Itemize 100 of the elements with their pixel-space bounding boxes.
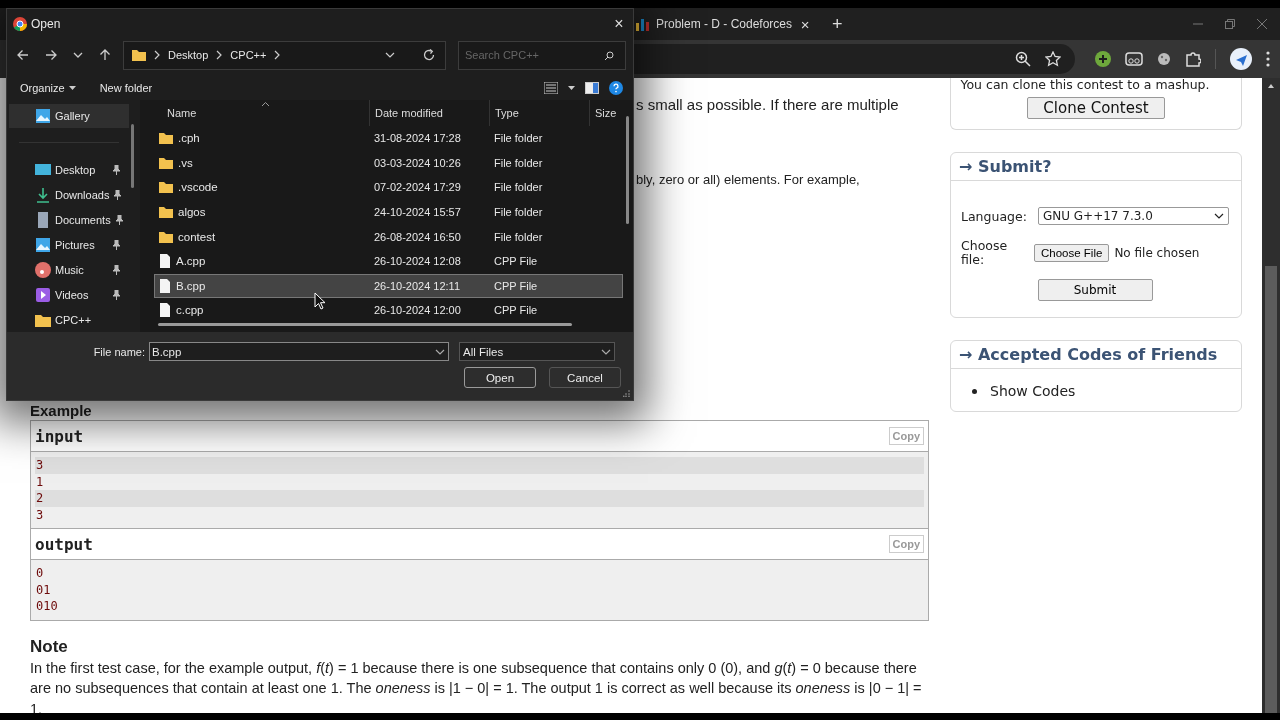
close-button[interactable]: × — [605, 14, 633, 33]
file-name: c.cpp — [176, 304, 204, 317]
back-icon[interactable] — [17, 49, 29, 61]
search-icon — [604, 50, 614, 61]
caret-icon[interactable] — [568, 86, 575, 90]
search-field[interactable]: Search CPC++ — [458, 40, 626, 70]
caret-icon — [68, 86, 76, 90]
new-tab-button[interactable]: + — [832, 13, 843, 35]
file-type: File folder — [494, 230, 544, 243]
file-name: A.cpp — [176, 255, 206, 268]
folder-icon — [132, 49, 146, 61]
nav-item[interactable]: CPC++ — [9, 307, 129, 332]
circle-logo-icon — [13, 16, 27, 31]
folder-icon — [159, 132, 173, 145]
help-icon[interactable] — [609, 81, 623, 95]
tab-close-button[interactable]: × — [798, 15, 812, 33]
chevron-icon — [153, 50, 161, 60]
chevron-down-icon — [435, 347, 445, 356]
file-date: 26-10-2024 12:00 — [374, 304, 462, 317]
sample-title: input — [35, 426, 84, 446]
forward-icon[interactable] — [45, 49, 57, 61]
nav-item[interactable]: Downloads — [9, 182, 129, 207]
restore-icon[interactable] — [1224, 18, 1236, 30]
menu-icon[interactable] — [1266, 51, 1270, 67]
file-row[interactable]: c.cpp 26-10-2024 12:00 CPP File — [154, 298, 623, 323]
address-bar[interactable]: Desktop CPC++ — [123, 40, 446, 70]
file-date: 26-10-2024 12:11 — [374, 279, 462, 292]
profile-icon[interactable] — [1230, 48, 1252, 70]
zoom-icon[interactable] — [1015, 51, 1031, 67]
gallery-icon — [35, 108, 51, 124]
glasses-icon[interactable] — [1125, 51, 1143, 67]
nav-item[interactable]: Gallery — [9, 104, 129, 128]
file-row[interactable]: .vscode 07-02-2024 17:29 File folder — [154, 175, 623, 200]
list-view-icon[interactable] — [544, 82, 558, 94]
column-header[interactable]: Type — [489, 100, 589, 126]
field-label: Choose file: — [961, 239, 1009, 267]
browser-tab[interactable]: Problem - D - Codeforces × — [636, 8, 820, 40]
folder-icon — [159, 156, 173, 169]
file-type: CPP File — [494, 304, 539, 317]
file-status: No file chosen — [1114, 246, 1200, 260]
organize-menu[interactable]: Organize — [20, 82, 76, 94]
file-name: B.cpp — [176, 279, 206, 292]
file-name-field[interactable]: B.cpp — [149, 342, 449, 361]
resize-grip-icon[interactable] — [623, 390, 630, 397]
file-icon — [159, 254, 171, 269]
file-row[interactable]: A.cpp 26-10-2024 12:08 CPP File — [154, 248, 623, 274]
breadcrumb-item[interactable]: CPC++ — [230, 49, 267, 61]
problem-text: bly, zero or all) elements. For example, — [636, 171, 860, 189]
problem-text: s small as possible. If there are multiple — [636, 96, 899, 114]
file-name: .cph — [178, 132, 200, 145]
nav-item[interactable]: Desktop — [9, 157, 129, 182]
file-date: 31-08-2024 17:28 — [374, 132, 462, 145]
folder-icon — [159, 230, 173, 243]
folder-icon — [159, 181, 173, 194]
sample-line: 1 — [35, 473, 45, 490]
preview-pane-icon[interactable] — [585, 82, 599, 94]
file-row[interactable]: B.cpp 26-10-2024 12:11 CPP File — [154, 273, 623, 299]
recent-chevron-icon[interactable] — [73, 51, 83, 59]
scrollbar-thumb — [131, 124, 134, 188]
scroll-up-icon[interactable] — [1268, 84, 1274, 88]
breadcrumb-item[interactable]: Desktop — [168, 49, 209, 61]
column-header[interactable]: Date modified — [369, 100, 489, 126]
nav-item[interactable]: Documents — [9, 207, 129, 232]
clone-contest-button[interactable]: Clone Contest — [1027, 97, 1165, 119]
choose-file-button[interactable]: Choose File — [1034, 244, 1110, 262]
cancel-button[interactable]: Cancel — [549, 367, 621, 388]
refresh-icon[interactable] — [423, 49, 435, 61]
sample-title: output — [35, 534, 93, 554]
nav-item[interactable]: Pictures — [9, 232, 129, 257]
dialog-title: Open — [31, 16, 61, 31]
puzzle-icon[interactable] — [1185, 51, 1201, 67]
file-type-dropdown[interactable]: All Files — [459, 342, 615, 361]
field-label: File name: — [92, 345, 146, 358]
file-name: algos — [178, 206, 206, 219]
nav-item[interactable]: Music — [9, 257, 129, 282]
plus-circle-icon[interactable] — [1095, 51, 1111, 67]
show-codes-link[interactable]: Show Codes — [990, 383, 1076, 399]
nav-item[interactable]: Videos — [9, 282, 129, 307]
submit-button[interactable]: Submit — [1037, 279, 1153, 301]
file-row[interactable]: contest 26-08-2024 16:50 File folder — [154, 224, 623, 249]
videos-icon — [35, 286, 51, 303]
chevron-down-icon — [601, 347, 611, 356]
sort-caret-icon — [262, 102, 269, 106]
new-folder-button[interactable]: New folder — [99, 82, 153, 94]
up-icon[interactable] — [99, 49, 111, 61]
column-header[interactable]: Name — [140, 100, 369, 126]
file-row[interactable]: .vs 03-03-2024 10:26 File folder — [154, 150, 623, 176]
close-icon[interactable] — [1256, 18, 1268, 30]
file-icon — [159, 303, 171, 318]
file-row[interactable]: .cph 31-08-2024 17:28 File folder — [154, 126, 623, 151]
star-icon[interactable] — [1045, 51, 1061, 67]
sample-line: 010 — [35, 598, 59, 615]
language-dropdown[interactable]: GNU G++17 7.3.0 — [1037, 207, 1229, 225]
file-type: File folder — [494, 206, 544, 219]
file-date: 26-08-2024 16:50 — [374, 230, 462, 243]
open-button[interactable]: Open — [464, 367, 536, 388]
file-name: .vscode — [178, 181, 218, 194]
file-row[interactable]: algos 24-10-2024 15:57 File folder — [154, 199, 623, 225]
cookie-icon[interactable] — [1157, 52, 1171, 66]
field-label: Language: — [961, 208, 1027, 224]
